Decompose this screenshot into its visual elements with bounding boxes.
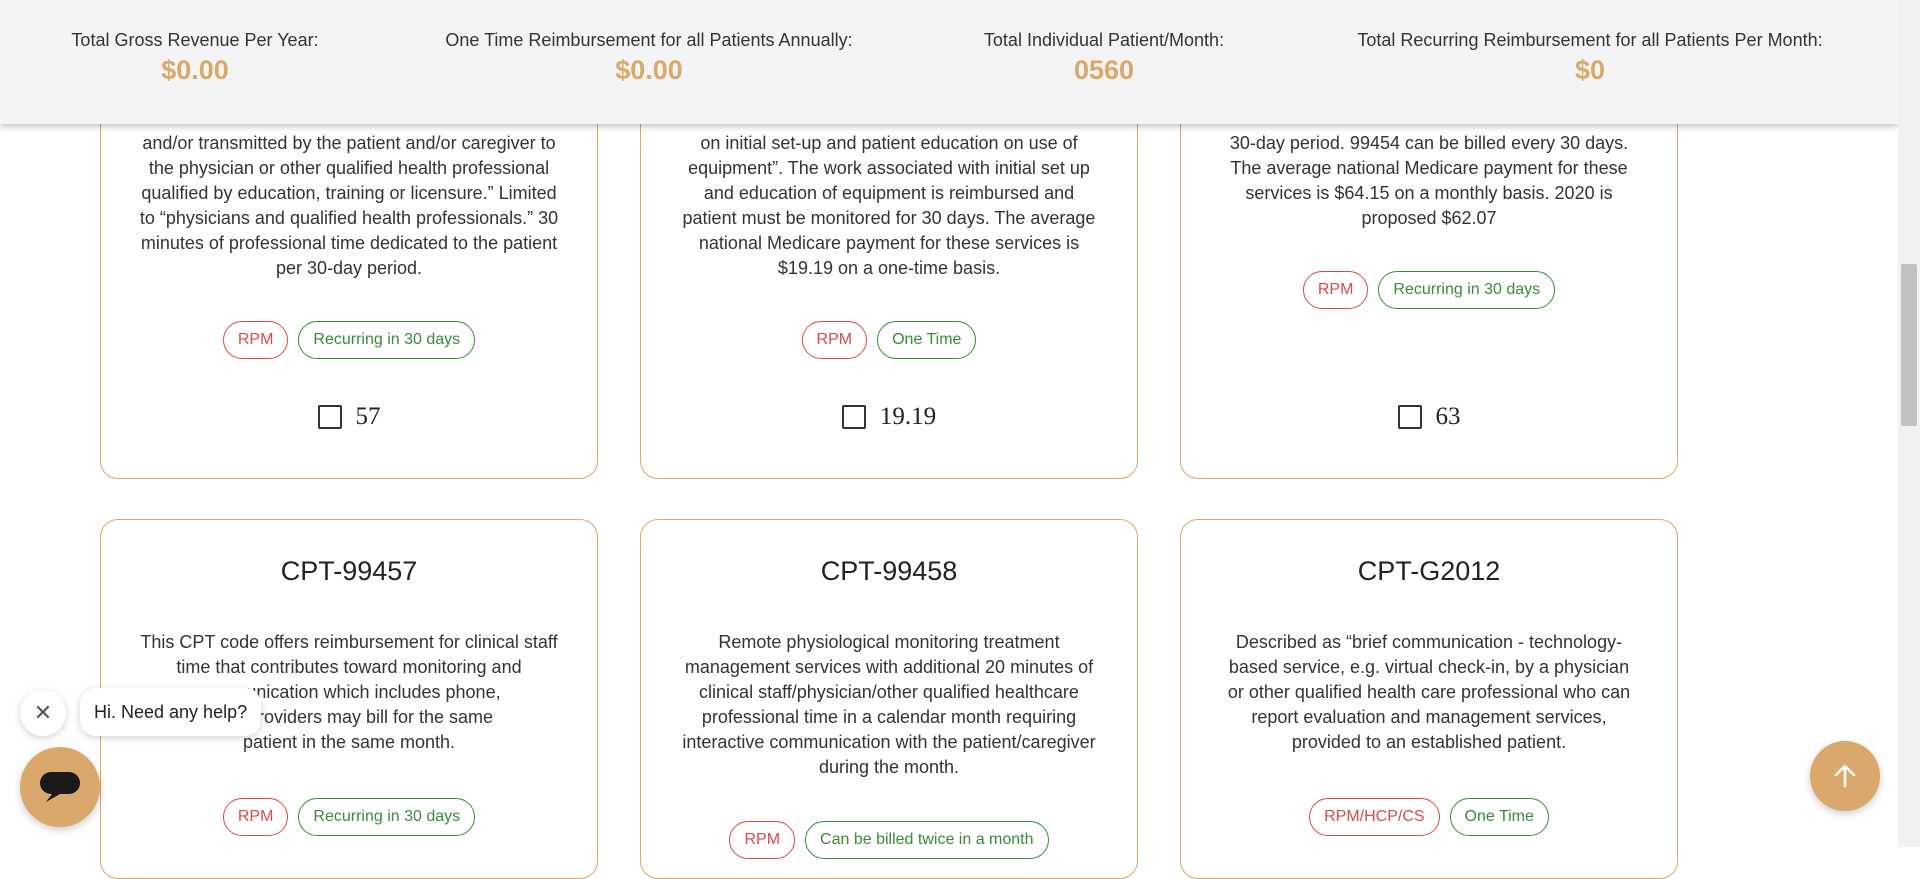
- category-tag: RPM: [1302, 271, 1369, 309]
- card-price-row: 19.19: [641, 403, 1137, 431]
- billing-tag: Recurring in 30 days: [298, 321, 476, 359]
- card-description: on initial set-up and patient education …: [682, 133, 1096, 278]
- recurring-reimbursement-label: Total Recurring Reimbursement for all Pa…: [1357, 30, 1823, 50]
- recurring-reimbursement-stat: Total Recurring Reimbursement for all Pa…: [1357, 30, 1822, 86]
- card-price-row: 57: [101, 403, 597, 431]
- card-description: Described as “brief communication - tech…: [1227, 632, 1631, 752]
- close-icon: ✕: [33, 700, 53, 725]
- summary-bar: Total Gross Revenue Per Year: $0.00 One …: [0, 0, 1898, 124]
- individual-patient-stat: Total Individual Patient/Month: 0560: [984, 30, 1224, 86]
- arrow-up-icon: [1834, 764, 1856, 788]
- gross-revenue-label: Total Gross Revenue Per Year:: [71, 30, 319, 50]
- category-tag: RPM: [222, 321, 289, 359]
- card-tags: RPM Can be billed twice in a month: [641, 821, 1137, 859]
- select-checkbox[interactable]: [317, 405, 342, 429]
- billing-tag: One Time: [877, 321, 977, 359]
- card-tags: RPM One Time: [641, 321, 1137, 359]
- billing-tag: Recurring in 30 days: [1378, 271, 1556, 309]
- chat-icon: [40, 772, 80, 802]
- page-scrollbar[interactable]: [1898, 0, 1920, 847]
- card-description: and/or transmitted by the patient and/or…: [139, 133, 559, 278]
- card-title: CPT-G2012: [1357, 556, 1501, 586]
- card-title: CPT-99458: [820, 556, 958, 586]
- select-checkbox[interactable]: [841, 405, 866, 429]
- scrollbar-thumb[interactable]: [1901, 264, 1917, 426]
- billing-tag: One Time: [1449, 798, 1549, 836]
- category-tag: RPM/HCP/CS: [1309, 798, 1440, 836]
- card-price: 57: [355, 403, 381, 430]
- gross-revenue-stat: Total Gross Revenue Per Year: $0.00: [71, 30, 318, 86]
- chat-close-button[interactable]: ✕: [20, 690, 66, 736]
- individual-patient-label: Total Individual Patient/Month:: [983, 30, 1225, 50]
- one-time-reimbursement-label: One Time Reimbursement for all Patients …: [445, 30, 853, 50]
- chat-greeting-bubble[interactable]: Hi. Need any help?: [80, 688, 262, 736]
- card-description: 30-day period. 99454 can be billed every…: [1229, 133, 1629, 228]
- card-description: Remote physiological monitoring treatmen…: [682, 632, 1096, 777]
- cpt-card: CPT-G2012 Described as “brief communicat…: [1180, 519, 1678, 879]
- billing-tag: Recurring in 30 days: [298, 798, 476, 836]
- one-time-reimbursement-stat: One Time Reimbursement for all Patients …: [445, 30, 852, 86]
- card-tags: RPM Recurring in 30 days: [101, 798, 597, 836]
- billing-tag: Can be billed twice in a month: [805, 821, 1049, 859]
- card-tags: RPM Recurring in 30 days: [101, 321, 597, 359]
- back-to-top-button[interactable]: [1810, 741, 1880, 811]
- chat-launcher-button[interactable]: [20, 747, 100, 827]
- recurring-reimbursement-value: $0: [1574, 55, 1606, 85]
- individual-patient-value: 0560: [1073, 55, 1135, 85]
- cpt-card: CPT-99458 Remote physiological monitorin…: [640, 519, 1138, 879]
- category-tag: RPM: [801, 321, 868, 359]
- card-price-row: 63: [1181, 403, 1677, 431]
- card-price: 63: [1435, 403, 1461, 430]
- one-time-reimbursement-value: $0.00: [615, 55, 683, 85]
- gross-revenue-value: $0.00: [161, 55, 229, 85]
- select-checkbox[interactable]: [1397, 405, 1422, 429]
- card-tags: RPM/HCP/CS One Time: [1181, 798, 1677, 836]
- card-title: CPT-99457: [280, 556, 418, 586]
- category-tag: RPM: [729, 821, 796, 859]
- card-tags: RPM Recurring in 30 days: [1181, 271, 1677, 309]
- category-tag: RPM: [222, 798, 289, 836]
- card-price: 19.19: [879, 403, 937, 430]
